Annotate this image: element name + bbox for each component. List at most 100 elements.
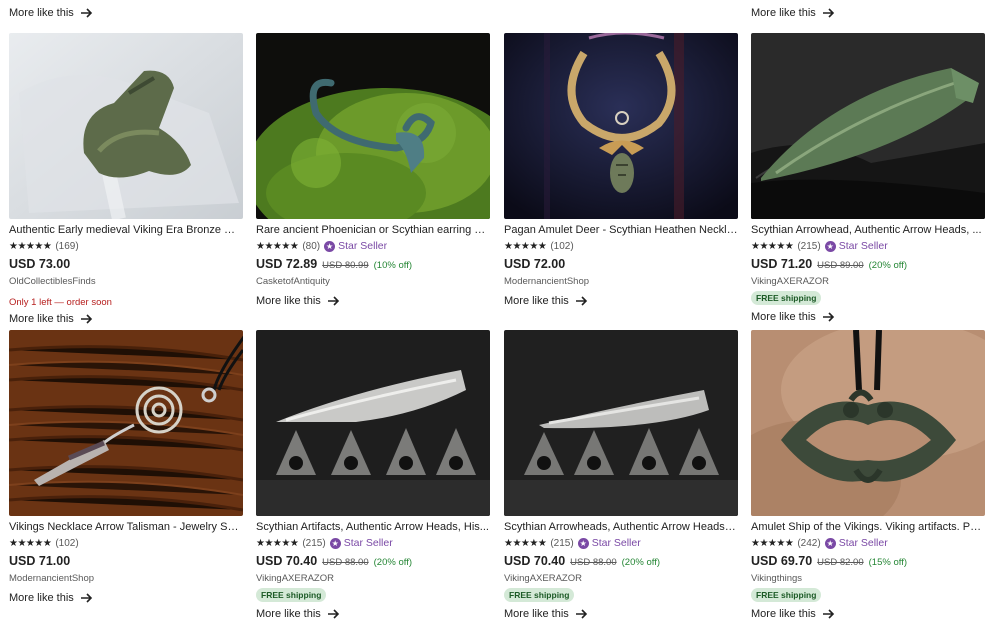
price-row: USD 72.00	[504, 257, 738, 273]
arrow-right-icon	[822, 609, 834, 619]
price: USD 73.00	[9, 257, 71, 271]
arrow-right-icon	[80, 8, 92, 18]
rating: ★★★★★ (80) ★ Star Seller	[256, 239, 490, 253]
listing-image[interactable]	[256, 33, 490, 219]
discount: (20% off)	[868, 260, 908, 271]
shop-name: VikingAXERAZOR	[504, 573, 582, 584]
bronze-artifact-image	[9, 33, 243, 219]
arrow-right-icon	[822, 312, 834, 322]
review-count: (215)	[302, 537, 326, 549]
star-rating-icons: ★★★★★	[751, 240, 794, 252]
more-like-this-link[interactable]: More like this	[256, 608, 490, 620]
listing-card[interactable]: Amulet Ship of the Vikings. Viking artif…	[751, 330, 985, 620]
listing-image[interactable]	[9, 33, 243, 219]
listing-title[interactable]: Scythian Arrowheads, Authentic Arrow Hea…	[504, 520, 738, 534]
listing-card[interactable]: Scythian Arrowhead, Authentic Arrow Head…	[751, 33, 985, 323]
price: USD 70.40	[256, 554, 318, 568]
listing-card[interactable]: Scythian Artifacts, Authentic Arrow Head…	[256, 330, 490, 620]
price-row: USD 70.40 USD 88.00 (20% off)	[256, 554, 490, 570]
listing-title[interactable]: Authentic Early medieval Viking Era Bron…	[9, 223, 243, 237]
more-like-this-link[interactable]: More like this	[256, 295, 490, 307]
shop-name: Vikingthings	[751, 573, 803, 584]
star-seller-badge: ★ Star Seller	[824, 240, 888, 252]
original-price: USD 89.00	[817, 260, 864, 271]
original-price: USD 80.99	[322, 260, 369, 271]
rating: ★★★★★ (102)	[504, 239, 738, 253]
more-like-this-link[interactable]: More like this	[9, 592, 243, 604]
star-seller-badge: ★ Star Seller	[329, 537, 393, 549]
shop-name: VikingAXERAZOR	[751, 276, 829, 287]
listing-title[interactable]: Scythian Arrowhead, Authentic Arrow Head…	[751, 223, 985, 237]
stock-note: Only 1 left — order soon	[9, 297, 112, 308]
listing-title[interactable]: Scythian Artifacts, Authentic Arrow Head…	[256, 520, 490, 534]
arrow-right-icon	[327, 609, 339, 619]
green-arrowhead-image	[751, 33, 985, 219]
shop-name: ModernancientShop	[504, 276, 590, 287]
star-seller-icon: ★	[324, 240, 336, 252]
listing-title[interactable]: Amulet Ship of the Vikings. Viking artif…	[751, 520, 985, 534]
listing-card[interactable]: Scythian Arrowheads, Authentic Arrow Hea…	[504, 330, 738, 620]
rating: ★★★★★ (169)	[9, 239, 243, 253]
star-rating-icons: ★★★★★	[751, 537, 794, 549]
listing-image[interactable]	[751, 330, 985, 516]
listing-card[interactable]: Pagan Amulet Deer - Scythian Heathen Nec…	[504, 33, 738, 307]
more-like-this-link[interactable]: More like this	[504, 608, 738, 620]
arrow-right-icon	[822, 8, 834, 18]
more-like-this-link[interactable]: More like this	[9, 7, 94, 19]
star-seller-icon: ★	[329, 537, 341, 549]
free-shipping-badge: FREE shipping	[751, 588, 822, 602]
review-count: (215)	[550, 537, 574, 549]
listing-title[interactable]: Vikings Necklace Arrow Talisman - Jewelr…	[9, 520, 243, 534]
original-price: USD 88.00	[570, 557, 617, 568]
more-like-this-link[interactable]: More like this	[504, 295, 738, 307]
arrow-right-icon	[575, 609, 587, 619]
listing-image[interactable]	[504, 33, 738, 219]
price: USD 71.00	[9, 554, 71, 568]
price: USD 72.00	[504, 257, 566, 271]
cut-off-link	[256, 0, 336, 1]
star-seller-icon: ★	[824, 240, 836, 252]
rating: ★★★★★ (242) ★ Star Seller	[751, 536, 985, 550]
star-rating-icons: ★★★★★	[504, 537, 547, 549]
review-count: (102)	[55, 537, 79, 549]
listing-card[interactable]: Vikings Necklace Arrow Talisman - Jewelr…	[9, 330, 243, 604]
spiral-pendant-image	[9, 330, 243, 516]
original-price: USD 82.00	[817, 557, 864, 568]
listing-card[interactable]: Rare ancient Phoenician or Scythian earr…	[256, 33, 490, 307]
star-seller-icon: ★	[577, 537, 589, 549]
more-like-this-link[interactable]: More like this	[751, 7, 836, 19]
more-like-this-link[interactable]: More like this	[751, 608, 985, 620]
silver-arrowheads-image	[504, 330, 738, 516]
price: USD 70.40	[504, 554, 566, 568]
more-like-this-link[interactable]: More like this	[9, 313, 243, 325]
listing-card[interactable]: Authentic Early medieval Viking Era Bron…	[9, 33, 243, 325]
price-row: USD 70.40 USD 88.00 (20% off)	[504, 554, 738, 570]
free-shipping-badge: FREE shipping	[504, 588, 575, 602]
review-count: (242)	[797, 537, 821, 549]
torc-necklace-image	[504, 33, 738, 219]
discount: (15% off)	[868, 557, 908, 568]
listing-image[interactable]	[751, 33, 985, 219]
price-row: USD 72.89 USD 80.99 (10% off)	[256, 257, 490, 273]
silver-arrowheads-image	[256, 330, 490, 516]
price-row: USD 71.20 USD 89.00 (20% off)	[751, 257, 985, 273]
review-count: (215)	[797, 240, 821, 252]
review-count: (80)	[302, 240, 321, 252]
more-like-this-link[interactable]: More like this	[751, 311, 985, 323]
price: USD 69.70	[751, 554, 813, 568]
price: USD 72.89	[256, 257, 318, 271]
star-seller-badge: ★ Star Seller	[577, 537, 641, 549]
listing-image[interactable]	[256, 330, 490, 516]
star-seller-badge: ★ Star Seller	[324, 240, 388, 252]
star-rating-icons: ★★★★★	[9, 240, 52, 252]
listing-image[interactable]	[9, 330, 243, 516]
listing-title[interactable]: Rare ancient Phoenician or Scythian earr…	[256, 223, 490, 237]
listing-title[interactable]: Pagan Amulet Deer - Scythian Heathen Nec…	[504, 223, 738, 237]
earring-on-moss-image	[256, 33, 490, 219]
star-seller-icon: ★	[824, 537, 836, 549]
original-price: USD 88.00	[322, 557, 369, 568]
price-row: USD 69.70 USD 82.00 (15% off)	[751, 554, 985, 570]
rating: ★★★★★ (215) ★ Star Seller	[256, 536, 490, 550]
listing-image[interactable]	[504, 330, 738, 516]
bronze-ship-amulet-image	[751, 330, 985, 516]
